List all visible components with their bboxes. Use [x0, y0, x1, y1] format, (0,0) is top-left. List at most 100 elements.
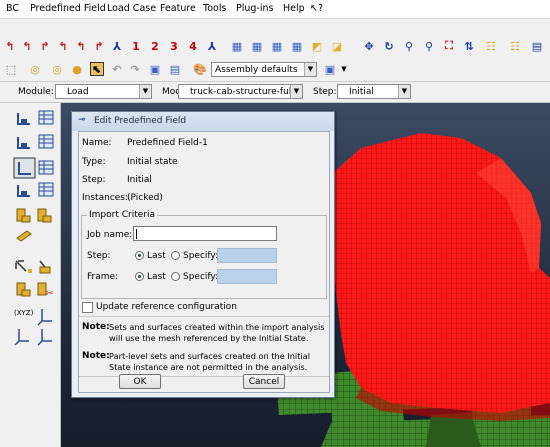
module-toolbox: ✂ (XYZ): [0, 103, 61, 447]
triad-icon[interactable]: ⅄: [110, 39, 124, 53]
dialog-title-bar[interactable]: ⊸ Edit Predefined Field: [72, 112, 334, 131]
menu-feature[interactable]: Feature: [160, 3, 196, 14]
menu-load-case[interactable]: Load Case: [107, 3, 156, 14]
menu-help[interactable]: Help: [283, 3, 305, 14]
cancel-button[interactable]: Cancel: [243, 374, 285, 389]
datum-csys-icon[interactable]: [37, 309, 52, 326]
render-mesh-icon[interactable]: ▦: [290, 39, 304, 53]
model-value: truck-cab-structure-full: [190, 87, 294, 97]
type-value: Initial state: [127, 157, 178, 167]
box-zoom-icon[interactable]: ⚲: [422, 39, 436, 53]
ok-button[interactable]: OK: [119, 374, 161, 389]
step-specify-input[interactable]: [217, 248, 277, 263]
frame-specify-input[interactable]: [217, 269, 277, 284]
cube-view-icon[interactable]: ◪: [330, 39, 344, 53]
surface-icon[interactable]: [16, 230, 32, 242]
view-4-button[interactable]: 4: [186, 39, 200, 53]
color-mapping-icon[interactable]: ▣: [323, 62, 337, 76]
undo-icon[interactable]: ↶: [110, 62, 124, 76]
note2-label: Note:: [82, 351, 110, 361]
menu-bc[interactable]: BC: [6, 3, 19, 14]
edit-predefined-field-dialog: ⊸ Edit Predefined Field Name: Predefined…: [71, 111, 335, 398]
load-icon[interactable]: ↱: [38, 39, 52, 53]
predefined-icon[interactable]: ↱: [92, 39, 106, 53]
instances-value: (Picked): [127, 193, 163, 203]
module-select[interactable]: Load ▼: [55, 84, 152, 99]
boolean-intersect-icon[interactable]: ◎: [50, 62, 64, 76]
predefined-field-manager-icon[interactable]: [38, 160, 54, 175]
magnify-icon[interactable]: ⚲: [402, 39, 416, 53]
color-code-select[interactable]: Assembly defaults ▼: [211, 62, 317, 77]
datum-plane-icon[interactable]: [37, 329, 52, 346]
load-create-icon[interactable]: [17, 113, 30, 125]
load-case-create-icon[interactable]: [17, 185, 30, 197]
render-hidden-icon[interactable]: ▦: [250, 39, 264, 53]
query-icon[interactable]: [15, 260, 32, 273]
menu-tools[interactable]: Tools: [203, 3, 226, 14]
ladder-icon[interactable]: ☷: [484, 39, 498, 53]
display-group-icon[interactable]: ▣: [148, 62, 162, 76]
load-manager-icon[interactable]: [38, 110, 54, 125]
window-icon: ⊸: [78, 115, 86, 125]
color-palette-icon[interactable]: 🎨: [193, 62, 207, 76]
menu-predefined-field[interactable]: Predefined Field: [30, 3, 106, 14]
view-2-button[interactable]: 2: [148, 39, 162, 53]
rotate-icon[interactable]: ↻: [382, 39, 396, 53]
fit-view-icon[interactable]: ⛶: [442, 39, 456, 53]
select-dashed-icon[interactable]: ⬚: [4, 62, 18, 76]
step-last-radio[interactable]: [135, 251, 144, 260]
main-toolbar: ↰ ↰ ↱ ↰ ↰ ↱ ⅄ 1 2 3 4 ⅄ ▦ ▦ ▦ ▦ ◩ ◪ ✥ ↻ …: [0, 19, 550, 59]
redo-icon[interactable]: ↷: [128, 62, 142, 76]
menu-plug-ins[interactable]: Plug-ins: [236, 3, 273, 14]
model-viewport[interactable]: ⊸ Edit Predefined Field Name: Predefined…: [61, 103, 550, 447]
render-wireframe-icon[interactable]: ▦: [230, 39, 244, 53]
update-reference-checkbox[interactable]: [82, 302, 93, 313]
datum-xyz-icon[interactable]: (XYZ): [14, 309, 34, 317]
render-shaded-icon[interactable]: ▦: [270, 39, 284, 53]
chevron-down-icon: ▼: [290, 85, 302, 98]
step-specify-radio[interactable]: [171, 251, 180, 260]
frame-last-radio[interactable]: [135, 272, 144, 281]
frame-specify-radio[interactable]: [171, 272, 180, 281]
pan-icon[interactable]: ✥: [362, 39, 376, 53]
load-edit-icon[interactable]: ↰: [56, 39, 70, 53]
view-3-button[interactable]: 3: [167, 39, 181, 53]
cycle-views-icon[interactable]: ⇅: [462, 39, 476, 53]
svg-text:✂: ✂: [46, 289, 54, 299]
type-label: Type:: [82, 157, 106, 167]
step-last-label: Last: [147, 251, 166, 261]
chevron-down-icon[interactable]: ▼: [337, 62, 351, 76]
replace-icon[interactable]: ●: [70, 62, 84, 76]
divider: [79, 316, 329, 317]
step-row-label: Step:: [87, 251, 111, 261]
view-1-button[interactable]: 1: [129, 39, 143, 53]
whats-this-icon[interactable]: ↖?: [310, 3, 323, 14]
predefined-field-create-icon[interactable]: [13, 157, 36, 179]
bc-create-icon[interactable]: ↰: [20, 39, 34, 53]
name-value: Predefined Field-1: [127, 138, 208, 148]
cut-icon[interactable]: ✂: [37, 282, 54, 299]
partition-icon[interactable]: [16, 282, 31, 297]
set-create-icon[interactable]: [16, 208, 31, 223]
update-reference-label: Update reference configuration: [96, 302, 237, 312]
cursor-tool-icon[interactable]: ⬉: [90, 62, 104, 76]
bc-manager-icon[interactable]: ↰: [3, 39, 17, 53]
display-group-manager-icon[interactable]: ▤: [168, 62, 182, 76]
step-select[interactable]: Initial ▼: [337, 84, 411, 99]
field-icon[interactable]: ↰: [74, 39, 88, 53]
edit-tools-icon[interactable]: [39, 260, 51, 274]
datum-axis-icon[interactable]: [14, 329, 29, 346]
load-case-manager-icon[interactable]: [38, 182, 54, 197]
set-manager-icon[interactable]: [37, 208, 52, 223]
visibility-icon[interactable]: ▤: [530, 39, 544, 53]
import-criteria-title: Import Criteria: [87, 210, 157, 220]
dialog-title: Edit Predefined Field: [94, 116, 187, 126]
axis-icon[interactable]: ⅄: [205, 39, 219, 53]
bc-manager-icon[interactable]: [38, 134, 54, 149]
boolean-union-icon[interactable]: ◎: [28, 62, 42, 76]
iso-view-icon[interactable]: ◩: [310, 39, 324, 53]
model-select[interactable]: truck-cab-structure-full ▼: [178, 84, 303, 99]
bc-create-icon[interactable]: [17, 137, 30, 149]
job-name-input[interactable]: [133, 226, 277, 241]
ladder-2-icon[interactable]: ☷: [508, 39, 522, 53]
